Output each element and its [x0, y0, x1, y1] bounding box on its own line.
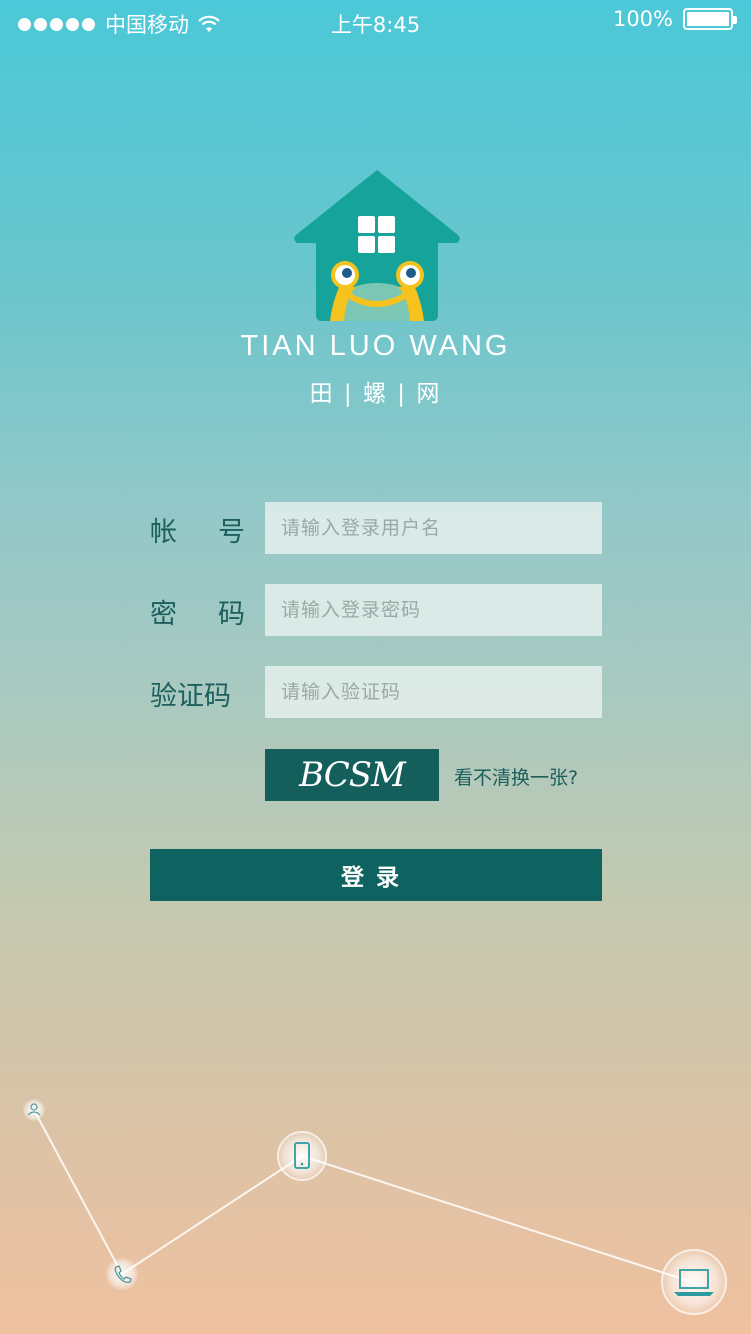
- password-label-char-1: 密: [150, 599, 177, 630]
- captcha-row: 验证码: [150, 666, 602, 718]
- password-input[interactable]: [265, 584, 602, 636]
- phone-icon: [106, 1258, 138, 1290]
- battery-percentage: 100%: [612, 7, 673, 31]
- tianluo-logo: [294, 170, 460, 321]
- password-label: 密 码: [150, 592, 245, 631]
- refresh-captcha-link[interactable]: 看不清换一张?: [454, 763, 578, 790]
- mobile-icon: [277, 1131, 327, 1181]
- captcha-label: 验证码: [150, 674, 245, 713]
- account-input[interactable]: [265, 502, 602, 554]
- user-icon: [23, 1099, 45, 1121]
- status-bar-right: 100%: [612, 7, 737, 31]
- network-decoration: [23, 1099, 727, 1315]
- account-row: 帐 号: [150, 502, 602, 554]
- captcha-image-text: BCSM: [299, 755, 406, 795]
- captcha-label-text: 验证码: [150, 681, 231, 712]
- login-button[interactable]: 登录: [150, 849, 602, 901]
- brand-chinese-name: 田 | 螺 | 网: [309, 381, 442, 407]
- captcha-input[interactable]: [265, 666, 602, 718]
- brand-english-name: TIAN LUO WANG: [240, 330, 511, 362]
- password-label-char-2: 码: [218, 599, 245, 630]
- laptop-icon: [661, 1249, 727, 1315]
- account-label-char-2: 号: [218, 517, 245, 548]
- captcha-image[interactable]: BCSM: [265, 749, 439, 801]
- account-label: 帐 号: [150, 510, 245, 549]
- account-label-char-1: 帐: [150, 517, 177, 548]
- status-bar: 中国移动 上午8:45 100%: [0, 0, 751, 42]
- battery-icon: [683, 8, 737, 30]
- password-row: 密 码: [150, 584, 602, 636]
